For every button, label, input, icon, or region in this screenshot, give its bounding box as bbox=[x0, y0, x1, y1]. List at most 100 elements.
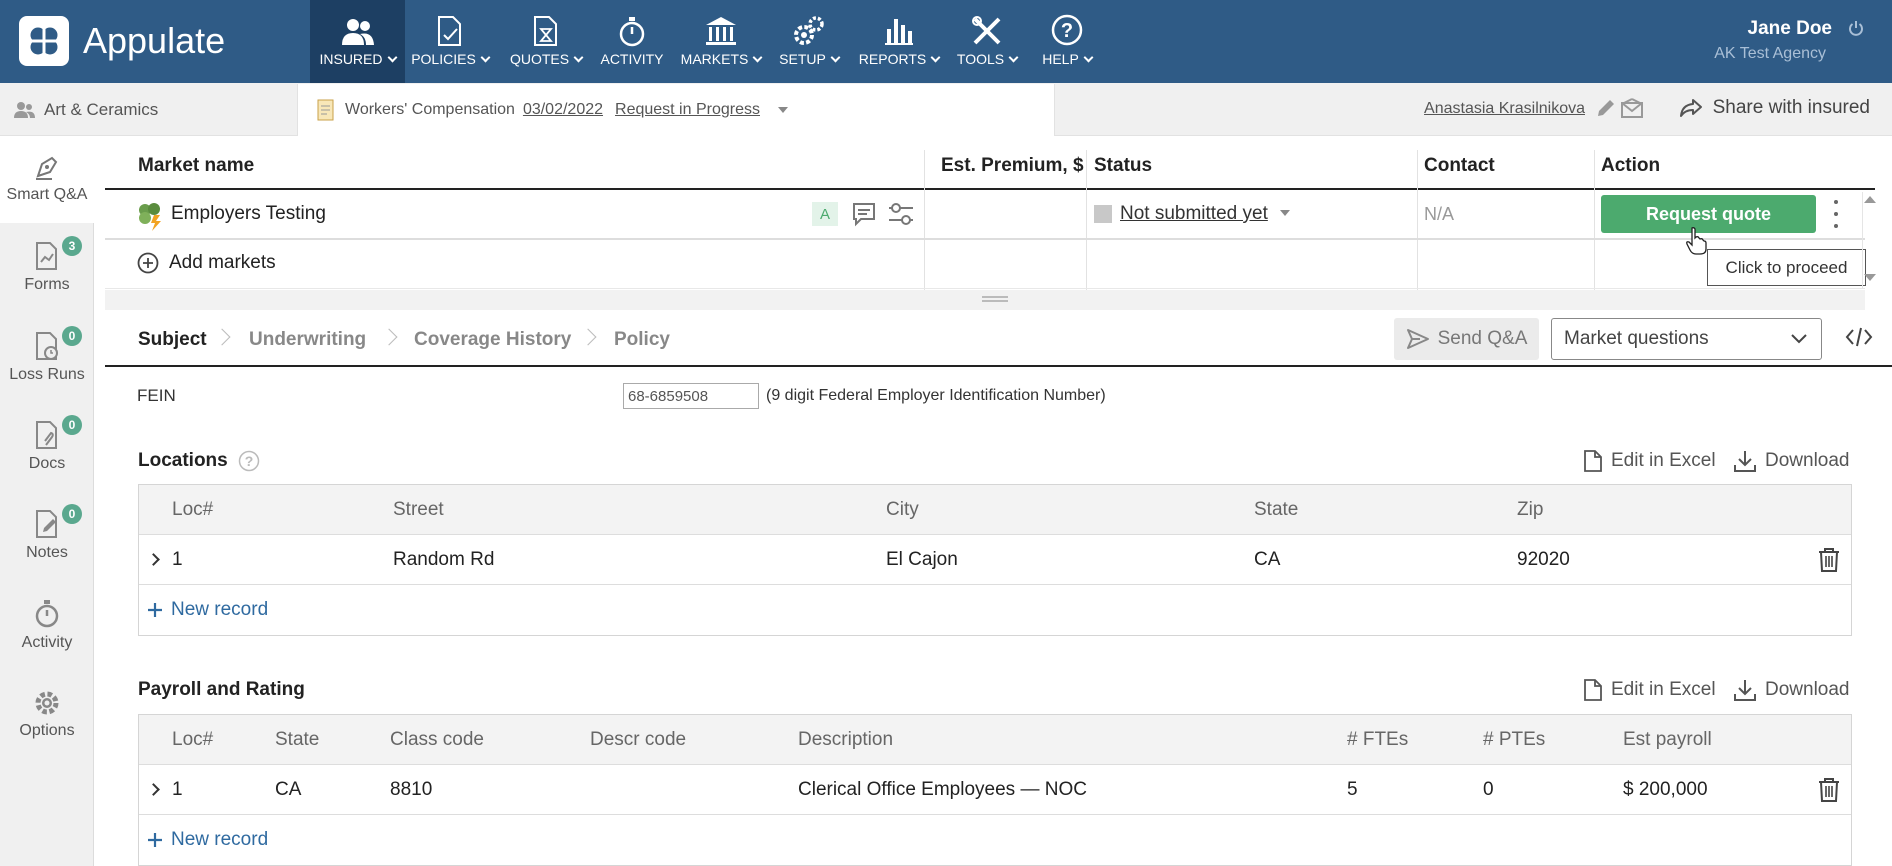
payroll-table: Loc# State Class code Descr code Descrip… bbox=[138, 714, 1852, 866]
add-markets-button[interactable]: Add markets bbox=[137, 252, 276, 274]
tab-subject[interactable]: Subject bbox=[138, 329, 207, 351]
policy-date[interactable]: 03/02/2022 bbox=[523, 101, 603, 119]
nav-setup[interactable]: SETUP bbox=[773, 0, 845, 83]
sidebar-item-notes[interactable]: 0 Notes bbox=[0, 504, 94, 562]
trash-icon[interactable] bbox=[1817, 777, 1841, 803]
nav-help[interactable]: ? HELP bbox=[1034, 0, 1100, 83]
insured-name: Art & Ceramics bbox=[44, 100, 159, 119]
tab-policy[interactable]: Policy bbox=[614, 329, 670, 351]
add-markets-label: Add markets bbox=[169, 252, 276, 273]
chevron-down-icon[interactable] bbox=[777, 107, 788, 113]
tab-underwriting[interactable]: Underwriting bbox=[249, 329, 366, 351]
power-icon[interactable] bbox=[1848, 20, 1864, 36]
share-icon bbox=[1679, 99, 1702, 117]
gear-icon bbox=[35, 691, 59, 715]
nav-policies[interactable]: POLICIES bbox=[405, 0, 495, 83]
table-row[interactable]: 1 Random Rd El Cajon CA 92020 bbox=[139, 535, 1851, 585]
locations-edit-excel-button[interactable]: Edit in Excel bbox=[1583, 449, 1716, 473]
code-icon[interactable] bbox=[1845, 326, 1873, 348]
policy-status[interactable]: Request in Progress bbox=[615, 101, 760, 119]
scroll-down-arrow-icon[interactable] bbox=[1864, 274, 1876, 281]
market-name[interactable]: Employers Testing bbox=[171, 203, 326, 225]
sliders-icon[interactable] bbox=[887, 201, 915, 227]
payroll-download-button[interactable]: Download bbox=[1733, 678, 1850, 702]
app-logo[interactable]: Appulate bbox=[19, 16, 225, 66]
cell-loc: 1 bbox=[172, 549, 183, 570]
new-record-row: New record bbox=[139, 815, 1851, 865]
row-divider bbox=[105, 238, 1865, 240]
sidebar-item-smart-qa[interactable]: Smart Q&A bbox=[0, 152, 94, 204]
policy-type: Workers' Compensation bbox=[345, 101, 515, 118]
send-qa-label: Send Q&A bbox=[1437, 328, 1528, 349]
market-questions-value: Market questions bbox=[1564, 328, 1709, 349]
new-record-button[interactable]: New record bbox=[147, 815, 268, 865]
sidebar-item-docs[interactable]: 0 Docs bbox=[0, 415, 94, 473]
column-divider bbox=[924, 150, 925, 290]
new-record-label: New record bbox=[171, 829, 269, 850]
hand-cursor-icon bbox=[1686, 227, 1707, 255]
trash-icon[interactable] bbox=[1817, 547, 1841, 573]
payroll-section-title: Payroll and Rating bbox=[138, 679, 305, 700]
chevron-right-icon[interactable] bbox=[147, 783, 160, 796]
col-status: Status bbox=[1094, 155, 1153, 176]
send-qa-button[interactable]: Send Q&A bbox=[1394, 318, 1539, 360]
nav-reports[interactable]: REPORTS bbox=[855, 0, 943, 83]
sidebar-item-loss-runs[interactable]: 0 Loss Runs bbox=[0, 326, 94, 384]
forms-count-badge: 3 bbox=[62, 236, 82, 256]
pencil-icon[interactable] bbox=[1595, 97, 1617, 119]
nav-markets[interactable]: MARKETS bbox=[675, 0, 767, 83]
user-name[interactable]: Jane Doe bbox=[1748, 18, 1832, 40]
mail-icon[interactable] bbox=[1620, 97, 1644, 119]
status-dropdown[interactable]: Not submitted yet bbox=[1120, 203, 1290, 225]
policy-selector[interactable]: Workers' Compensation 03/02/2022 Request… bbox=[297, 84, 1055, 136]
table-row[interactable]: 1 CA 8810 Clerical Office Employees — NO… bbox=[139, 765, 1851, 815]
nav-activity[interactable]: ACTIVITY bbox=[597, 0, 667, 83]
tooltip: Click to proceed bbox=[1707, 249, 1866, 286]
docs-count-badge: 0 bbox=[62, 415, 82, 435]
new-record-row: New record bbox=[139, 585, 1851, 635]
locations-download-button[interactable]: Download bbox=[1733, 449, 1850, 473]
scrollbar-track[interactable] bbox=[1862, 192, 1863, 288]
fein-input[interactable] bbox=[623, 383, 759, 409]
more-options-icon[interactable] bbox=[1830, 200, 1842, 228]
user-agency: AK Test Agency bbox=[1714, 45, 1826, 62]
col-state: State bbox=[275, 729, 320, 750]
col-street: Street bbox=[393, 499, 444, 520]
market-questions-select[interactable]: Market questions bbox=[1551, 318, 1822, 360]
drag-handle-icon[interactable] bbox=[982, 296, 1008, 302]
payroll-edit-excel-button[interactable]: Edit in Excel bbox=[1583, 678, 1716, 702]
column-divider bbox=[1417, 150, 1418, 290]
col-loc: Loc# bbox=[172, 499, 214, 520]
fein-label: FEIN bbox=[137, 386, 176, 405]
sidebar-label: Loss Runs bbox=[9, 366, 85, 383]
bar-chart-icon bbox=[885, 19, 913, 45]
chevron-right-icon bbox=[380, 328, 398, 346]
stopwatch-icon bbox=[35, 600, 59, 628]
share-with-insured-button[interactable]: Share with insured bbox=[1679, 97, 1870, 119]
request-quote-button[interactable]: Request quote bbox=[1601, 195, 1816, 233]
chevron-right-icon[interactable] bbox=[147, 553, 160, 566]
notes-icon bbox=[36, 510, 57, 538]
sidebar-item-options[interactable]: Options bbox=[0, 688, 94, 740]
sidebar-label: Notes bbox=[26, 544, 68, 561]
underwriter-link[interactable]: Anastasia Krasilnikova bbox=[1424, 100, 1585, 118]
gears-icon bbox=[794, 16, 824, 45]
insured-breadcrumb[interactable]: Art & Ceramics bbox=[14, 100, 158, 120]
new-record-button[interactable]: New record bbox=[147, 585, 268, 635]
comment-icon[interactable] bbox=[851, 201, 877, 227]
nav-insured[interactable]: INSURED bbox=[310, 0, 405, 83]
nav-quotes[interactable]: QUOTES bbox=[502, 0, 590, 83]
help-icon[interactable]: ? bbox=[238, 450, 260, 472]
tab-coverage-history[interactable]: Coverage History bbox=[414, 329, 571, 351]
scroll-up-arrow-icon[interactable] bbox=[1864, 196, 1876, 203]
table-header-row: Loc# State Class code Descr code Descrip… bbox=[139, 715, 1851, 765]
send-icon bbox=[1406, 329, 1429, 349]
cell-loc: 1 bbox=[172, 779, 183, 800]
col-zip: Zip bbox=[1517, 499, 1544, 520]
status-label: Not submitted yet bbox=[1120, 203, 1268, 224]
nav-tools[interactable]: TOOLS bbox=[951, 0, 1023, 83]
help-icon: ? bbox=[1051, 14, 1083, 46]
sidebar-item-activity[interactable]: Activity bbox=[0, 598, 94, 652]
edit-excel-label: Edit in Excel bbox=[1611, 679, 1716, 700]
sidebar-item-forms[interactable]: 3 Forms bbox=[0, 236, 94, 294]
